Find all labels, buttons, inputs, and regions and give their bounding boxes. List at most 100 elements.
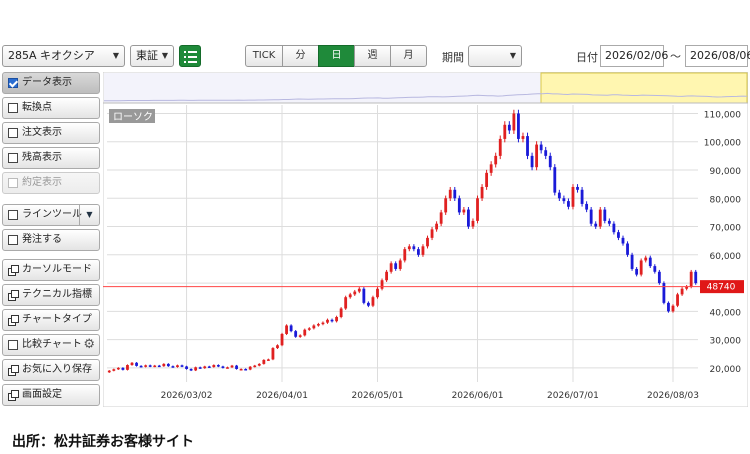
candle-body bbox=[171, 366, 175, 368]
date-to-input[interactable]: 2026/08/06 bbox=[685, 45, 750, 67]
sidebar-item-order-display[interactable]: 注文表示 bbox=[2, 122, 100, 144]
candle-body bbox=[444, 198, 448, 213]
navigator-window[interactable] bbox=[540, 72, 748, 104]
candle-body bbox=[603, 209, 607, 221]
candle-body bbox=[453, 189, 457, 199]
candle-body bbox=[526, 136, 529, 156]
candle-body bbox=[512, 113, 516, 131]
candle-body bbox=[671, 305, 675, 312]
candle-body bbox=[539, 144, 543, 151]
candle-body bbox=[321, 322, 325, 325]
candle-body bbox=[662, 283, 666, 303]
sidebar-item-turning-points[interactable]: 転換点 bbox=[2, 97, 100, 119]
sidebar-item-label: 発注する bbox=[22, 234, 62, 245]
interval-tick-button[interactable]: TICK bbox=[245, 45, 283, 67]
candle-body bbox=[448, 189, 452, 199]
sidebar-item-save-favorite[interactable]: お気に入り保存 bbox=[2, 359, 100, 381]
candle-body bbox=[476, 198, 479, 221]
candle-body bbox=[517, 113, 520, 139]
candle-body bbox=[280, 333, 284, 346]
sidebar-item-cursor-mode[interactable]: カーソルモード bbox=[2, 259, 100, 281]
candle-body bbox=[530, 155, 534, 168]
list-icon[interactable] bbox=[179, 45, 201, 67]
candle-body bbox=[657, 271, 661, 284]
candle-body bbox=[417, 249, 420, 255]
sidebar-item-compare-chart[interactable]: 比較チャート ⚙ bbox=[2, 334, 100, 356]
candle-body bbox=[266, 359, 270, 361]
sidebar-item-label: ラインツール bbox=[22, 209, 82, 220]
candle-body bbox=[335, 316, 338, 322]
chart-frame bbox=[103, 72, 748, 407]
sidebar-item-data-display[interactable]: データ表示 bbox=[2, 72, 100, 94]
checkbox-icon[interactable] bbox=[8, 340, 18, 350]
sidebar-item-balance-display[interactable]: 残高表示 bbox=[2, 147, 100, 169]
candle-body bbox=[198, 367, 202, 369]
candle-body bbox=[403, 249, 407, 261]
sidebar-item-line-tool[interactable]: ラインツール ▼ bbox=[2, 204, 100, 226]
source-credit: 出所：松井証券お客様サイト bbox=[12, 434, 194, 450]
interval-minute-button[interactable]: 分 bbox=[282, 45, 319, 67]
market-select[interactable]: 東証 ▼ bbox=[130, 45, 174, 67]
sidebar-item-label: 約定表示 bbox=[22, 177, 62, 188]
candle-body bbox=[426, 237, 429, 247]
candle-body bbox=[462, 209, 466, 213]
candle-body bbox=[257, 363, 261, 366]
gear-icon[interactable]: ⚙ bbox=[83, 337, 95, 353]
window-icon bbox=[8, 290, 19, 301]
sidebar-item-place-order[interactable]: 発注する bbox=[2, 229, 100, 251]
date-label: 日付 bbox=[576, 51, 598, 64]
chevron-down-icon[interactable]: ▼ bbox=[79, 205, 99, 225]
y-tick-label: 90,000 bbox=[710, 167, 742, 177]
window-icon bbox=[8, 265, 19, 276]
interval-day-button[interactable]: 日 bbox=[318, 45, 355, 67]
checkbox-icon[interactable] bbox=[8, 103, 18, 113]
toolbar: 285A キオクシア ▼ 東証 ▼ TICK 分 日 週 月 期間 ▼ 日付 2… bbox=[0, 0, 750, 72]
candle-body bbox=[498, 138, 502, 156]
candle-body bbox=[235, 365, 238, 369]
candle-body bbox=[371, 297, 375, 306]
x-tick-label: 2026/04/01 bbox=[256, 391, 308, 401]
candle-body bbox=[576, 186, 579, 190]
checkbox-icon[interactable] bbox=[8, 153, 18, 163]
checkbox-icon[interactable] bbox=[8, 210, 18, 220]
sidebar: データ表示 転換点 注文表示 残高表示 約定表示 ラインツール ▼ 発注する カ… bbox=[2, 72, 101, 407]
chevron-down-icon: ▼ bbox=[509, 51, 516, 60]
interval-week-button[interactable]: 週 bbox=[354, 45, 391, 67]
candle-body bbox=[435, 223, 439, 230]
candle-body bbox=[503, 124, 507, 139]
sidebar-item-label: テクニカル指標 bbox=[22, 289, 92, 300]
x-tick-label: 2026/06/01 bbox=[452, 391, 504, 401]
candle-body bbox=[594, 223, 598, 227]
candle-body bbox=[244, 368, 248, 371]
candle-body bbox=[121, 367, 125, 370]
sidebar-item-label: 注文表示 bbox=[22, 127, 62, 138]
sidebar-item-label: カーソルモード bbox=[22, 264, 92, 275]
candle-body bbox=[485, 172, 489, 187]
candle-body bbox=[421, 246, 425, 255]
candle-body bbox=[348, 294, 352, 298]
candle-body bbox=[680, 288, 684, 295]
checkbox-checked-icon[interactable] bbox=[8, 78, 18, 88]
sidebar-item-chart-type[interactable]: チャートタイプ bbox=[2, 309, 100, 331]
candle-body bbox=[412, 246, 416, 250]
symbol-select[interactable]: 285A キオクシア ▼ bbox=[2, 45, 125, 67]
y-tick-label: 40,000 bbox=[710, 308, 742, 318]
candle-body bbox=[339, 308, 343, 317]
checkbox-icon[interactable] bbox=[8, 235, 18, 245]
y-tick-label: 70,000 bbox=[710, 224, 742, 234]
chart-type-tag-label: ローソク bbox=[113, 111, 153, 123]
window-icon bbox=[8, 365, 19, 376]
candle-body bbox=[207, 366, 211, 368]
checkbox-icon[interactable] bbox=[8, 128, 18, 138]
y-tick-label: 80,000 bbox=[710, 195, 742, 205]
sidebar-item-screen-settings[interactable]: 画面設定 bbox=[2, 384, 100, 406]
interval-month-button[interactable]: 月 bbox=[390, 45, 427, 67]
sidebar-item-technical-indicators[interactable]: テクニカル指標 bbox=[2, 284, 100, 306]
period-select[interactable]: ▼ bbox=[468, 45, 522, 67]
candlestick-chart[interactable]: 110,000100,00090,00080,00070,00060,00050… bbox=[103, 72, 748, 407]
y-tick-label: 20,000 bbox=[710, 365, 742, 375]
date-from-input[interactable]: 2026/02/06 bbox=[600, 45, 668, 67]
x-tick-label: 2026/03/02 bbox=[161, 391, 213, 401]
chevron-down-icon: ▼ bbox=[112, 51, 119, 60]
candle-body bbox=[139, 365, 143, 368]
